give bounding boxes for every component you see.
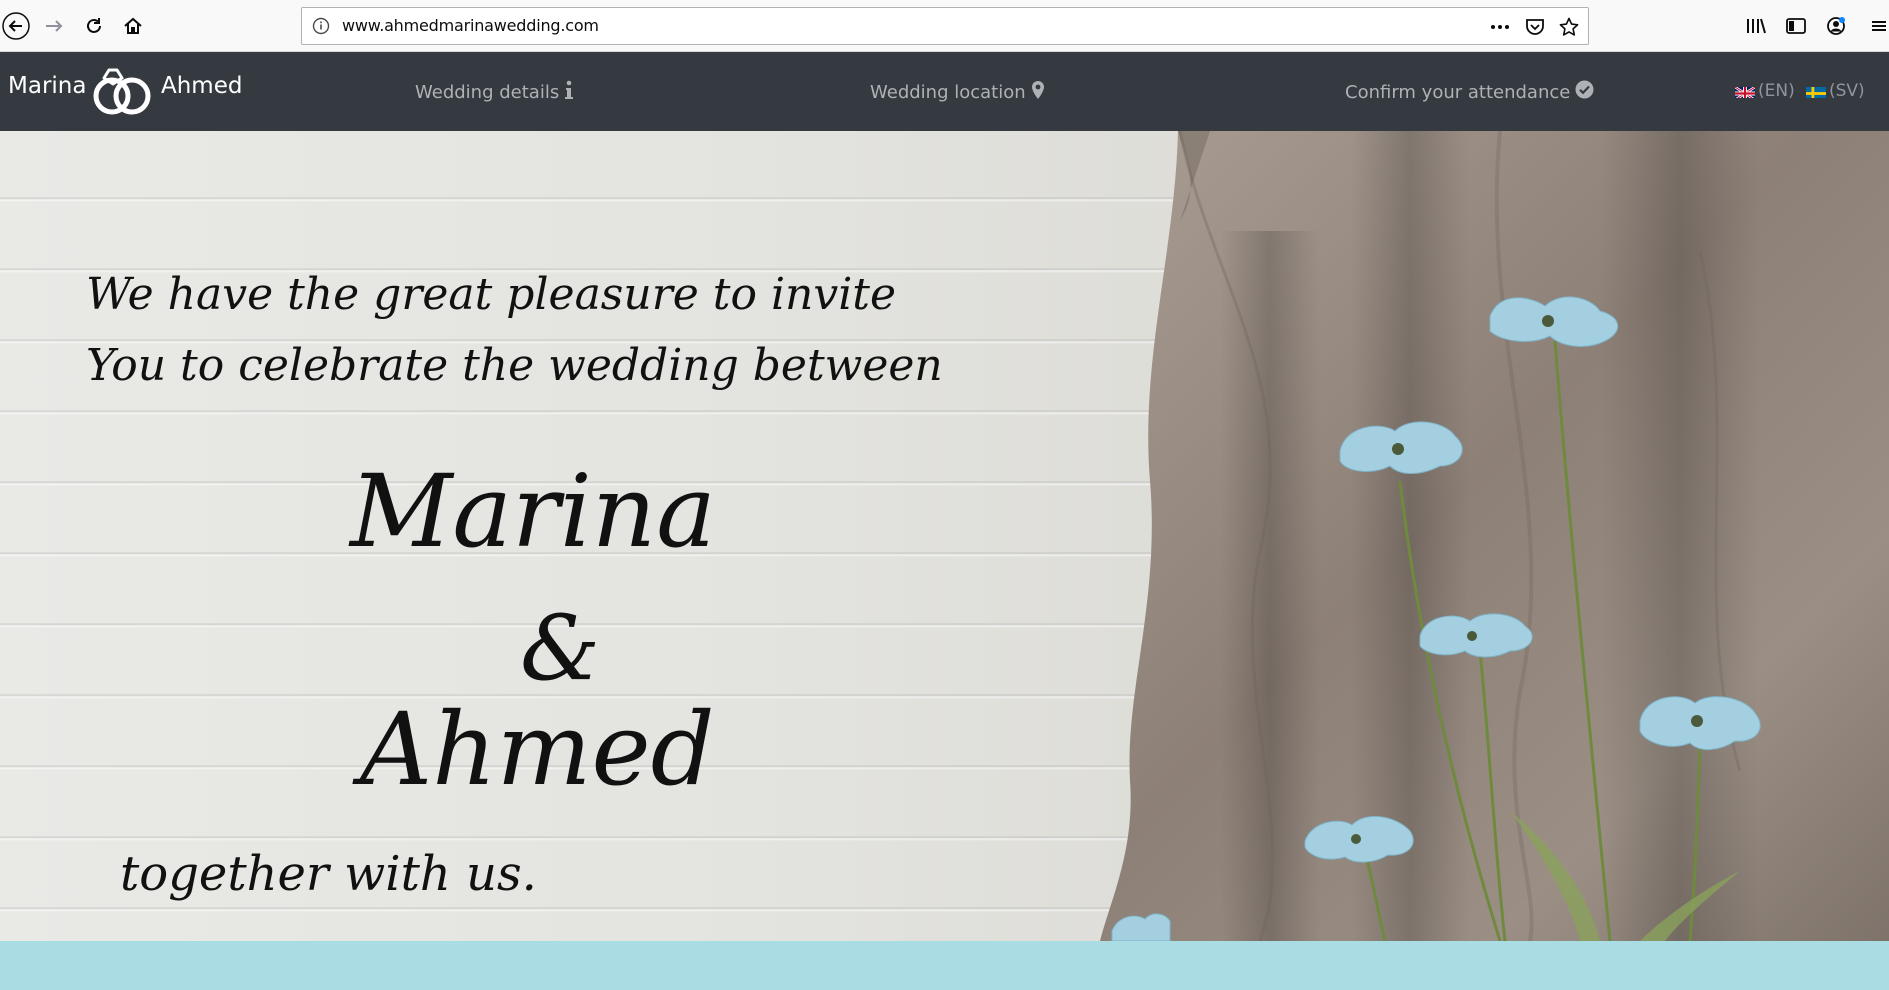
bookmark-star-icon[interactable] [1558, 16, 1580, 38]
invitation-line-2: You to celebrate the wedding between [86, 340, 943, 391]
language-swedish[interactable]: (SV) [1806, 81, 1865, 101]
page-actions-icon[interactable] [1489, 16, 1511, 38]
forward-icon[interactable] [38, 10, 70, 42]
uk-flag-icon [1735, 85, 1755, 98]
linen-cloth-with-flowers-image [1100, 131, 1889, 941]
nav-wedding-details[interactable]: Wedding details [415, 80, 574, 105]
pocket-icon[interactable] [1524, 16, 1546, 38]
brand-name-left[interactable]: Marina [8, 73, 86, 99]
nav-link-label: Wedding details [415, 82, 560, 103]
brand-name-right[interactable]: Ahmed [161, 73, 242, 99]
groom-name: Ahmed [360, 691, 715, 808]
nav-link-label: Confirm your attendance [1345, 81, 1571, 103]
menu-icon[interactable] [1866, 10, 1889, 42]
site-navbar: Marina Ahmed Wedding details Wedding loc… [0, 52, 1889, 131]
info-icon [564, 80, 574, 105]
url-text[interactable]: www.ahmedmarinawedding.com [342, 8, 599, 44]
home-icon[interactable] [117, 10, 149, 42]
url-bar[interactable]: www.ahmedmarinawedding.com [301, 7, 1589, 45]
wedding-rings-logo-icon[interactable] [90, 66, 156, 122]
map-marker-icon [1031, 80, 1045, 105]
invitation-closing-line: together with us. [120, 846, 537, 902]
language-english[interactable]: (EN) [1735, 81, 1795, 101]
hero-banner: We have the great pleasure to invite You… [0, 131, 1889, 941]
library-icon[interactable] [1740, 10, 1772, 42]
nav-wedding-location[interactable]: Wedding location [870, 80, 1045, 105]
account-icon[interactable] [1820, 10, 1852, 42]
ampersand: & [520, 596, 601, 701]
check-circle-icon [1575, 80, 1594, 104]
sweden-flag-icon [1806, 85, 1826, 98]
sidebar-icon[interactable] [1780, 10, 1812, 42]
reload-icon[interactable] [78, 10, 110, 42]
site-info-icon[interactable] [312, 17, 330, 39]
back-icon[interactable] [0, 10, 32, 42]
browser-toolbar: www.ahmedmarinawedding.com [0, 0, 1889, 52]
nav-confirm-attendance[interactable]: Confirm your attendance [1345, 80, 1594, 104]
language-label: (EN) [1758, 81, 1795, 101]
invitation-line-1: We have the great pleasure to invite [86, 269, 897, 320]
language-label: (SV) [1829, 81, 1865, 101]
footer-band [0, 941, 1889, 990]
bride-name: Marina [350, 453, 716, 570]
nav-link-label: Wedding location [870, 82, 1026, 103]
